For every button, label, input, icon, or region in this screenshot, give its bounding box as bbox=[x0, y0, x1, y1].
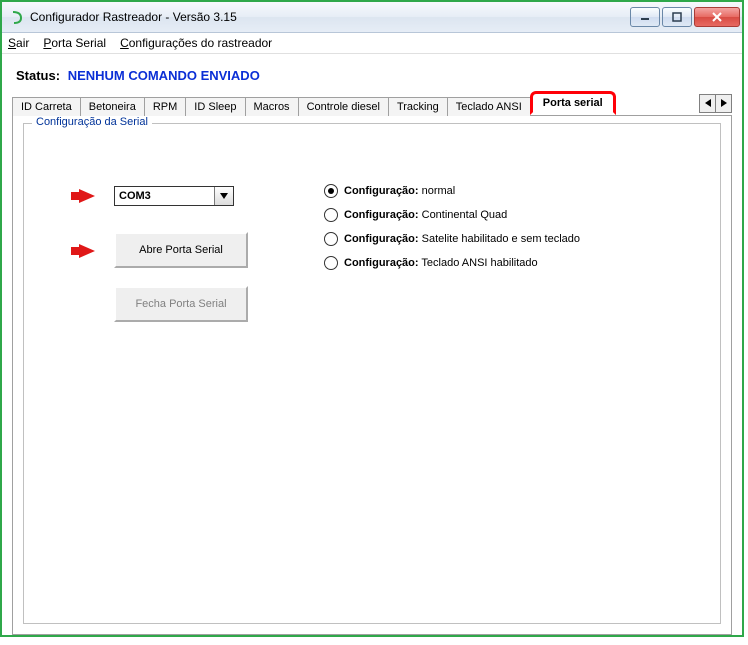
radio-config-satelite[interactable]: Configuração: Satelite habilitado e sem … bbox=[324, 232, 580, 246]
minimize-button[interactable] bbox=[630, 7, 660, 27]
status-label: Status: bbox=[16, 68, 60, 83]
radio-icon bbox=[324, 232, 338, 246]
tab-panel-porta-serial: Configuração da Serial COM3 Abre Porta S… bbox=[12, 115, 732, 635]
menu-bar: Sair Porta Serial Configurações do rastr… bbox=[2, 33, 742, 54]
tab-porta-serial[interactable]: Porta serial bbox=[530, 91, 616, 115]
group-title: Configuração da Serial bbox=[32, 116, 152, 128]
group-config-serial: Configuração da Serial COM3 Abre Porta S… bbox=[23, 123, 721, 624]
tab-rpm[interactable]: RPM bbox=[144, 97, 186, 116]
window-controls bbox=[630, 7, 740, 27]
maximize-button[interactable] bbox=[662, 7, 692, 27]
tab-scroll-controls bbox=[699, 93, 732, 113]
tab-scroll-left-button[interactable] bbox=[699, 94, 716, 113]
radio-icon bbox=[324, 208, 338, 222]
tab-betoneira[interactable]: Betoneira bbox=[80, 97, 145, 116]
close-button[interactable] bbox=[694, 7, 740, 27]
pointer-arrow-icon bbox=[79, 189, 95, 203]
radio-icon bbox=[324, 256, 338, 270]
app-icon bbox=[8, 9, 24, 25]
close-serial-button[interactable]: Fecha Porta Serial bbox=[114, 286, 248, 322]
tab-scroll-right-button[interactable] bbox=[716, 94, 732, 113]
pointer-arrow-icon bbox=[79, 244, 95, 258]
menu-config-rastreador[interactable]: Configurações do rastreador bbox=[120, 36, 272, 50]
chevron-down-icon[interactable] bbox=[214, 187, 233, 205]
tab-id-carreta[interactable]: ID Carreta bbox=[12, 97, 81, 116]
com-port-value: COM3 bbox=[119, 190, 151, 202]
radio-config-continental-quad[interactable]: Configuração: Continental Quad bbox=[324, 208, 507, 222]
tab-id-sleep[interactable]: ID Sleep bbox=[185, 97, 245, 116]
radio-config-teclado-ansi[interactable]: Configuração: Teclado ANSI habilitado bbox=[324, 256, 538, 270]
window-title: Configurador Rastreador - Versão 3.15 bbox=[30, 10, 630, 24]
menu-porta-serial[interactable]: Porta Serial bbox=[43, 36, 106, 50]
tab-tracking[interactable]: Tracking bbox=[388, 97, 448, 116]
window-titlebar: Configurador Rastreador - Versão 3.15 bbox=[2, 2, 742, 33]
open-serial-button[interactable]: Abre Porta Serial bbox=[114, 232, 248, 268]
menu-sair[interactable]: Sair bbox=[8, 36, 29, 50]
tab-strip: ID Carreta Betoneira RPM ID Sleep Macros… bbox=[12, 93, 732, 116]
tab-controle-diesel[interactable]: Controle diesel bbox=[298, 97, 389, 116]
status-value: NENHUM COMANDO ENVIADO bbox=[68, 68, 260, 83]
tab-macros[interactable]: Macros bbox=[245, 97, 299, 116]
radio-icon bbox=[324, 184, 338, 198]
status-row: Status: NENHUM COMANDO ENVIADO bbox=[16, 68, 732, 83]
tab-teclado-ansi[interactable]: Teclado ANSI bbox=[447, 97, 531, 116]
com-port-select[interactable]: COM3 bbox=[114, 186, 234, 206]
radio-config-normal[interactable]: Configuração: normal bbox=[324, 184, 455, 198]
